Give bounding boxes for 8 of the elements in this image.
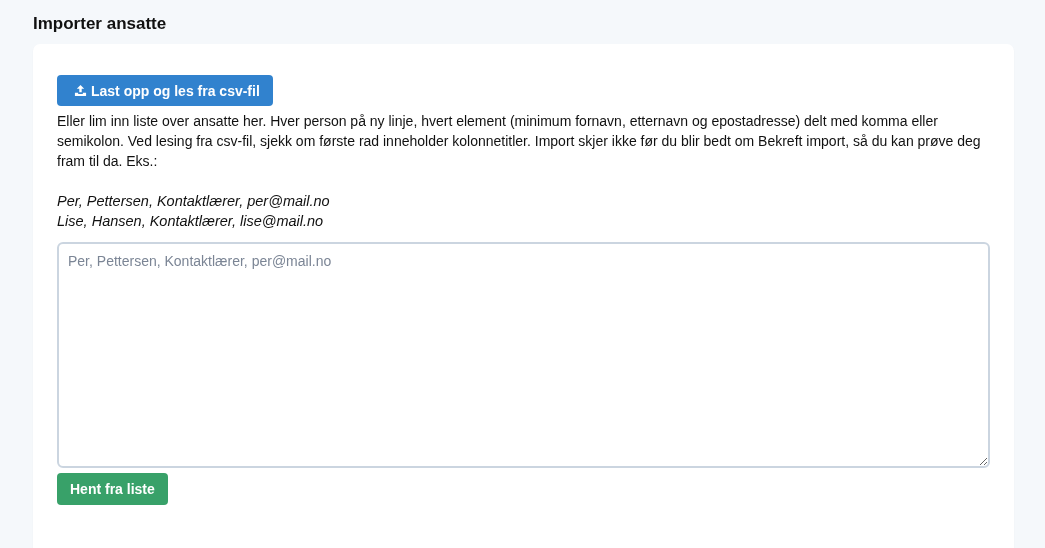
upload-icon (74, 84, 87, 97)
upload-button[interactable]: Last opp og les fra csv-fil (57, 75, 273, 106)
example-line: Per, Pettersen, Kontaktlærer, per@mail.no (57, 192, 331, 211)
fetch-button[interactable]: Hent fra liste (57, 473, 168, 505)
example-line: Lise, Hansen, Kontaktlærer, lise@mail.no (57, 212, 325, 231)
page-title: Importer ansatte (33, 13, 168, 35)
instructions-text: Eller lim inn liste over ansatte her. Hver person på ny linje, hvert element (minimum fornavn, etternavn og epostadresse) delt med komma eller semikolon. Ved lesing fra csv-fil, sjekk om første rad inneholder kolonnetitler. Import skjer ikke før du blir bedt om Bekreft import, så du kan prøve deg fram til da. Eks.: (57, 112, 982, 171)
list-input-field[interactable]: Per, Pettersen, Kontaktlærer, per@mail.no (57, 242, 990, 468)
